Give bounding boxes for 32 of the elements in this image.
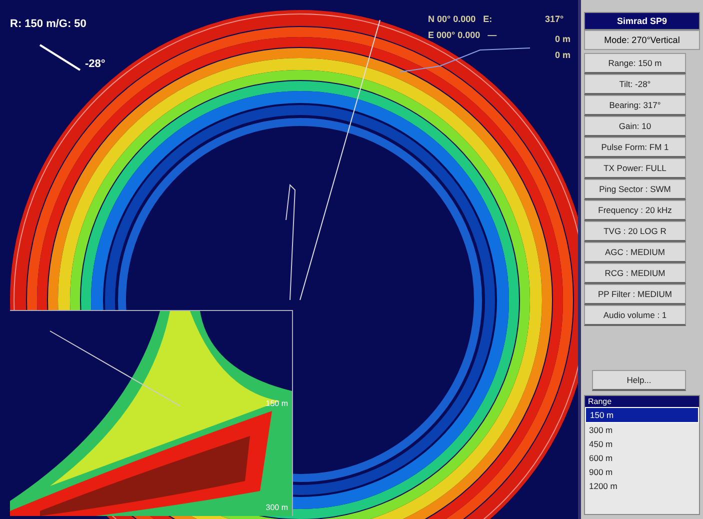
depth-label: 300 m <box>266 503 288 512</box>
tilt-readout: -28° <box>85 58 106 70</box>
setting-button[interactable]: Pulse Form: FM 1 <box>584 137 686 158</box>
range-gain-readout: R: 150 m/G: 50 <box>10 18 86 30</box>
range-option[interactable]: 450 m <box>585 437 699 451</box>
setting-button[interactable]: RCG : MEDIUM <box>584 263 686 284</box>
bearing-readout: 317° <box>545 14 564 24</box>
range-option[interactable]: 150 m <box>585 407 699 423</box>
setting-button[interactable]: Tilt: -28° <box>584 74 686 95</box>
range-option[interactable]: 300 m <box>585 423 699 437</box>
setting-button[interactable]: Audio volume : 1 <box>584 305 686 326</box>
setting-button[interactable]: Range: 150 m <box>584 53 686 74</box>
depth-label: 150 m <box>266 399 288 408</box>
panel-title: Simrad SP9 <box>584 12 700 30</box>
setting-button[interactable]: Ping Sector : SWM <box>584 179 686 200</box>
setting-button[interactable]: TVG : 20 LOG R <box>584 221 686 242</box>
list-header: Range <box>585 396 699 407</box>
position-readout: N 00° 0.000 E: <box>428 14 494 24</box>
mode-label: Mode: 270°Vertical <box>584 30 700 50</box>
range-option[interactable]: 1200 m <box>585 479 699 493</box>
setting-button[interactable]: PP Filter : MEDIUM <box>584 284 686 305</box>
setting-button[interactable]: TX Power: FULL <box>584 158 686 179</box>
setting-button[interactable]: AGC : MEDIUM <box>584 242 686 263</box>
position-readout: E 000° 0.000 — <box>428 30 497 40</box>
depth-readout: 0 m <box>555 50 571 60</box>
setting-button[interactable]: Bearing: 317° <box>584 95 686 116</box>
range-option[interactable]: 900 m <box>585 465 699 479</box>
setting-button[interactable]: Frequency : 20 kHz <box>584 200 686 221</box>
depth-readout: 0 m <box>555 34 571 44</box>
range-option[interactable]: 600 m <box>585 451 699 465</box>
setting-button[interactable]: Gain: 10 <box>584 116 686 137</box>
help-button[interactable]: Help... <box>592 370 686 391</box>
